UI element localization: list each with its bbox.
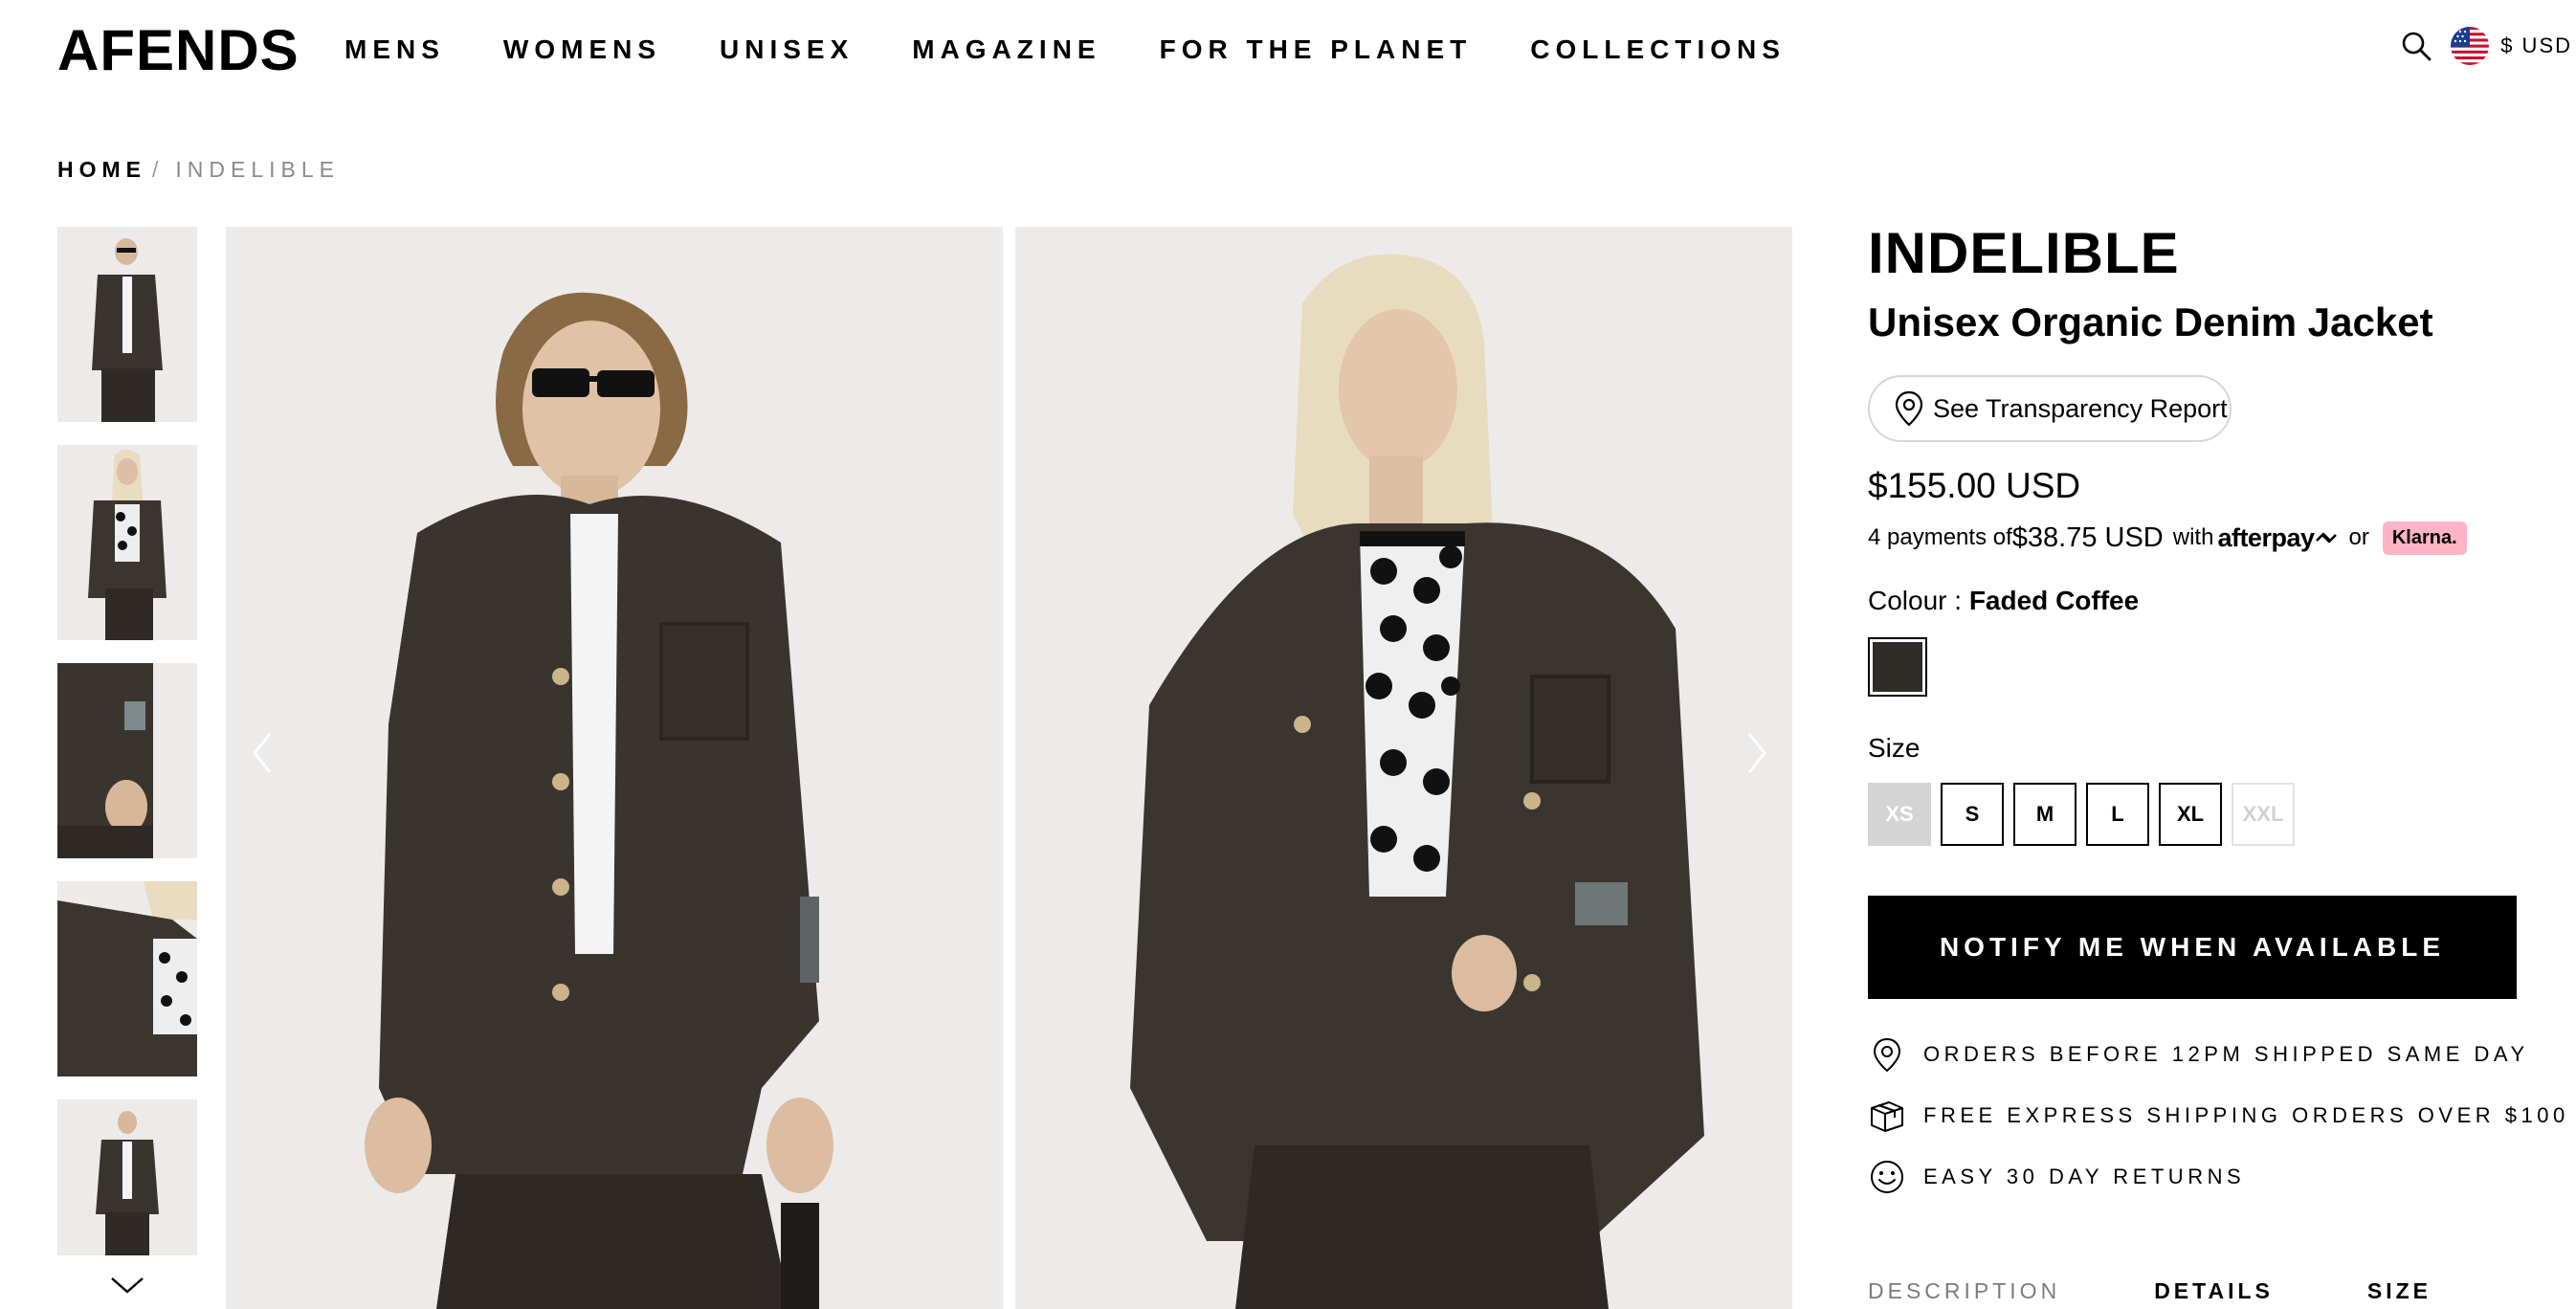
size-option-xxl[interactable]: XXL	[2232, 783, 2295, 846]
thumbnail-image[interactable]	[57, 1099, 197, 1255]
transparency-report-label: See Transparency Report	[1933, 393, 2228, 423]
breadcrumb-home[interactable]: HOME	[57, 157, 146, 183]
colour-swatch-faded-coffee[interactable]	[1868, 637, 1927, 697]
main-nav: MENS WOMENS UNISEX MAGAZINE FOR THE PLAN…	[344, 34, 1844, 65]
afterpay-label: afterpay	[2217, 522, 2315, 552]
product-title: Unisex Organic Denim Jacket	[1868, 300, 2433, 344]
installments-with: with	[2172, 524, 2214, 550]
product-photo-male-model[interactable]	[226, 227, 1003, 1309]
thumbnail-image[interactable]	[57, 445, 197, 640]
installments-prefix: 4 payments of	[1868, 524, 2012, 550]
size-label: Size	[1868, 733, 1921, 763]
chevron-down-icon	[111, 1277, 144, 1294]
chevron-left-icon	[253, 733, 272, 773]
product-gallery	[226, 227, 1792, 1309]
tab-details[interactable]: DETAILS	[2154, 1278, 2274, 1309]
notify-me-button[interactable]: NOTIFY ME WHEN AVAILABLE	[1868, 896, 2517, 999]
header-actions: $ USD	[2399, 27, 2576, 65]
thumbnail-scroll-down[interactable]	[57, 1261, 197, 1309]
nav-item-magazine[interactable]: MAGAZINE	[912, 34, 1100, 65]
gallery-prev-arrow[interactable]	[243, 724, 281, 782]
search-icon[interactable]	[2399, 29, 2433, 63]
swatch-fill	[1873, 642, 1922, 692]
size-option-l[interactable]: L	[2086, 783, 2149, 846]
afterpay-arrows-icon	[2316, 532, 2338, 544]
location-pin-icon	[1895, 390, 1923, 427]
colour-label: Colour :	[1868, 586, 1963, 615]
colour-value: Faded Coffee	[1968, 586, 2140, 615]
nav-item-collections[interactable]: COLLECTIONS	[1530, 34, 1786, 65]
perk-text: ORDERS BEFORE 12PM SHIPPED SAME DAY	[1923, 1042, 2529, 1066]
product-details-panel: INDELIBLE Unisex Organic Denim Jacket Se…	[1868, 220, 2576, 1208]
box-icon	[1871, 1101, 1903, 1132]
perk-text: FREE EXPRESS SHIPPING ORDERS OVER $100 A…	[1923, 1103, 2576, 1127]
smiley-icon	[1871, 1161, 1903, 1193]
nav-item-womens[interactable]: WOMENS	[503, 34, 661, 65]
brand-logo[interactable]: AFENDS	[57, 19, 300, 82]
breadcrumb-current: INDELIBLE	[175, 157, 340, 182]
product-photo-female-model[interactable]	[1015, 227, 1792, 1309]
thumbnail-list	[57, 227, 197, 1278]
product-price: $155.00 USD	[1868, 466, 2081, 505]
size-option-s[interactable]: S	[1941, 783, 2004, 846]
tab-description[interactable]: DESCRIPTION	[1868, 1278, 2060, 1309]
nav-item-unisex[interactable]: UNISEX	[720, 34, 854, 65]
chevron-right-icon	[1747, 733, 1766, 773]
installments-amount: $38.75 USD	[2011, 521, 2164, 553]
product-info-tabs: DESCRIPTION DETAILS SIZE GUIDE	[1868, 1278, 2576, 1309]
breadcrumb: HOME / INDELIBLE	[57, 157, 340, 183]
breadcrumb-separator: /	[152, 157, 165, 182]
size-selector: XS S M L XL XXL	[1868, 783, 2576, 846]
thumbnail-image[interactable]	[57, 227, 197, 422]
nav-item-for-the-planet[interactable]: FOR THE PLANET	[1160, 34, 1473, 65]
installments-row: 4 payments of $38.75 USD with afterpay o…	[1868, 519, 2576, 557]
product-brand: INDELIBLE	[1868, 221, 2180, 285]
size-option-xs[interactable]: XS	[1868, 783, 1931, 846]
perks-list: ORDERS BEFORE 12PM SHIPPED SAME DAY FREE…	[1868, 1024, 2576, 1208]
nav-item-mens[interactable]: MENS	[344, 34, 445, 65]
tab-size-guide[interactable]: SIZE GUIDE	[2367, 1278, 2482, 1309]
installments-or: or	[2348, 524, 2369, 550]
size-option-xl[interactable]: XL	[2159, 783, 2222, 846]
size-option-m[interactable]: M	[2013, 783, 2076, 846]
location-pin-icon	[1873, 1037, 1901, 1073]
afterpay-logo[interactable]: afterpay	[2217, 523, 2339, 553]
colour-row: Colour : Faded Coffee	[1868, 586, 2576, 616]
perk-item: EASY 30 DAY RETURNS	[1868, 1146, 2576, 1208]
transparency-report-button[interactable]: See Transparency Report	[1868, 375, 2232, 442]
thumbnail-image[interactable]	[57, 663, 197, 858]
perk-text: EASY 30 DAY RETURNS	[1923, 1165, 2246, 1188]
gallery-next-arrow[interactable]	[1738, 724, 1776, 782]
thumbnail-image[interactable]	[57, 881, 197, 1076]
perk-item: ORDERS BEFORE 12PM SHIPPED SAME DAY	[1868, 1024, 2576, 1085]
klarna-badge[interactable]: Klarna.	[2382, 521, 2467, 555]
currency-selector[interactable]: $ USD	[2500, 33, 2576, 58]
perk-item: FREE EXPRESS SHIPPING ORDERS OVER $100 A…	[1868, 1085, 2576, 1146]
site-header: AFENDS MENS WOMENS UNISEX MAGAZINE FOR T…	[0, 0, 2576, 105]
us-flag-icon[interactable]	[2451, 27, 2490, 65]
